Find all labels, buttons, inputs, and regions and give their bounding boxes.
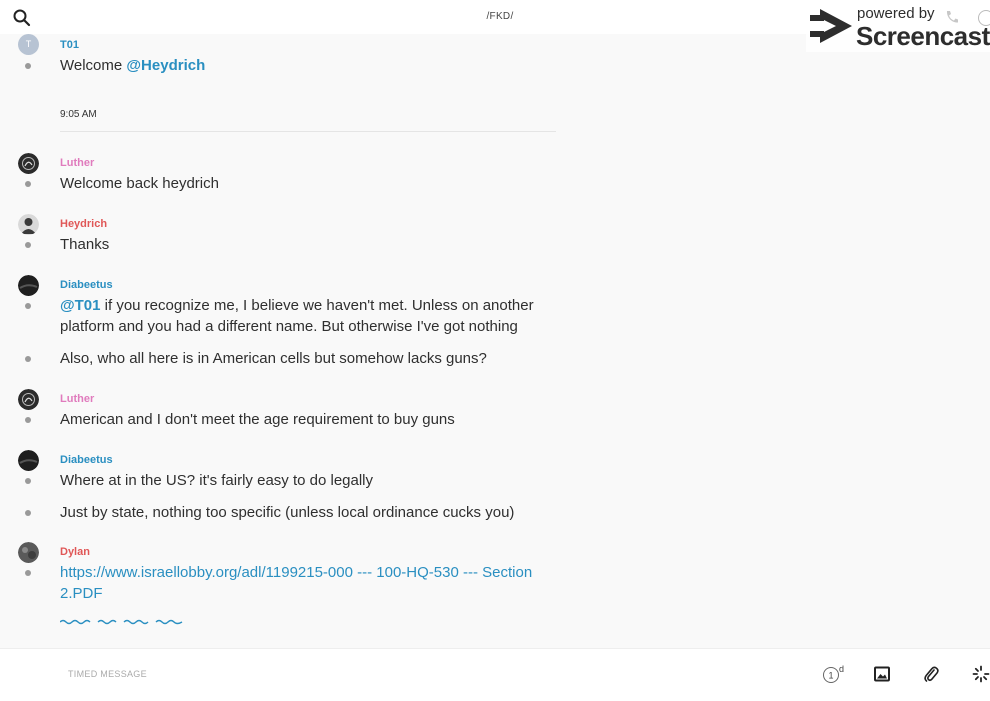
message-dot	[25, 242, 31, 248]
message-text-part: if you recognize me, I believe we haven'…	[100, 297, 534, 314]
message-link[interactable]: 2.PDF	[60, 583, 550, 604]
message-text: platform and you had a different name. B…	[60, 318, 518, 335]
message-dot	[25, 63, 31, 69]
message-group: T T01 Welcome @Heydrich	[0, 34, 600, 104]
mention[interactable]: @T01	[60, 297, 100, 314]
paperclip-icon[interactable]	[923, 665, 939, 683]
message-text: American and I don't meet the age requir…	[60, 411, 455, 428]
message-dot	[25, 478, 31, 484]
mention[interactable]: @Heydrich	[126, 57, 205, 74]
message-group: Dylan https://www.israellobby.org/adl/11…	[0, 541, 600, 621]
author-name[interactable]: Luther	[60, 157, 94, 169]
avatar[interactable]	[18, 214, 39, 235]
message-text: Also, who all here is in American cells …	[60, 350, 487, 367]
author-name[interactable]: Heydrich	[60, 218, 107, 230]
divider	[60, 131, 556, 132]
partial-message-scribble	[60, 619, 183, 625]
message-text: Welcome @Heydrich	[60, 57, 206, 74]
message-dot	[25, 417, 31, 423]
message-group: Luther American and I don't meet the age…	[0, 388, 600, 438]
info-icon[interactable]	[978, 10, 990, 26]
message-text: @T01 if you recognize me, I believe we h…	[60, 295, 550, 316]
avatar[interactable]	[18, 153, 39, 174]
author-name[interactable]: Diabeetus	[60, 454, 113, 466]
message-dot	[25, 181, 31, 187]
message-dot	[25, 510, 31, 516]
timer-icon[interactable]: 1 d	[822, 665, 848, 685]
avatar[interactable]: T	[18, 34, 39, 55]
message-text: Welcome back heydrich	[60, 175, 219, 192]
avatar[interactable]	[18, 275, 39, 296]
message-dot	[25, 570, 31, 576]
message-dot	[25, 356, 31, 362]
message-text: Where at in the US? it's fairly easy to …	[60, 472, 374, 489]
message-dot	[25, 303, 31, 309]
timer-unit: d	[839, 665, 844, 674]
message-group: Luther Welcome back heydrich	[0, 152, 600, 202]
author-name[interactable]: T01	[60, 39, 79, 51]
message-input[interactable]: TIMED MESSAGE	[68, 669, 147, 679]
message-group: Diabeetus Where at in the US? it's fairl…	[0, 449, 600, 529]
message-text: Just by state, nothing too specific (unl…	[60, 504, 515, 521]
author-name[interactable]: Dylan	[60, 546, 90, 558]
message-group: Diabeetus @T01 if you recognize me, I be…	[0, 274, 600, 374]
author-name[interactable]: Luther	[60, 393, 94, 405]
timer-value: 1	[828, 671, 833, 681]
avatar[interactable]	[18, 542, 39, 563]
message-link[interactable]: https://www.israellobby.org/adl/1199215-…	[60, 562, 550, 583]
avatar[interactable]	[18, 450, 39, 471]
watermark-powered-by: powered by	[857, 5, 935, 22]
message-text: Thanks	[60, 236, 110, 253]
spark-icon[interactable]	[972, 665, 990, 683]
timestamp: 9:05 AM	[60, 109, 97, 120]
author-name[interactable]: Diabeetus	[60, 279, 113, 291]
image-icon[interactable]	[874, 666, 890, 682]
phone-icon[interactable]	[944, 9, 960, 25]
message-list: T T01 Welcome @Heydrich 9:05 AM Luther W…	[0, 34, 990, 644]
message-group: Heydrich Thanks	[0, 213, 600, 263]
avatar[interactable]	[18, 389, 39, 410]
